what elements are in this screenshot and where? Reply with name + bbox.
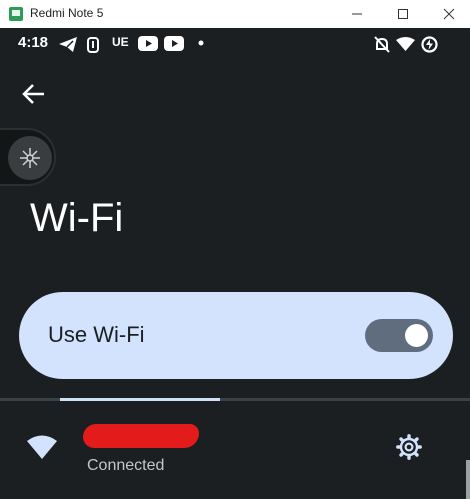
close-icon [443,8,455,20]
sync-icon [87,37,99,53]
close-button[interactable] [437,3,461,25]
window-title: Redmi Note 5 [30,6,104,20]
scan-progress-indicator [60,398,220,401]
ue-icon: UE [112,35,129,49]
network-status: Connected [87,457,165,474]
youtube-icon [164,36,184,51]
page-title: Wi-Fi [30,196,124,240]
maximize-button[interactable] [391,3,415,25]
floating-tab-button[interactable] [8,136,52,180]
use-wifi-label: Use Wi-Fi [48,322,145,347]
minimize-button[interactable] [345,3,369,25]
notification-dot-icon [198,40,204,46]
sparkle-icon [20,148,40,168]
phone-screen: 4:18 UE Wi-Fi Use Wi-Fi Connected [0,28,470,499]
youtube-icon [138,36,158,51]
use-wifi-toggle-card[interactable]: Use Wi-Fi [19,292,453,379]
switch-thumb [405,324,428,347]
telegram-icon [59,37,77,52]
battery-charging-icon [421,36,438,53]
wifi-icon [396,37,415,51]
network-settings-gear-icon[interactable] [396,434,422,460]
use-wifi-switch[interactable] [365,319,433,352]
status-time: 4:18 [18,34,49,51]
scrollbar[interactable] [466,460,470,499]
back-arrow-icon[interactable] [20,80,48,108]
wifi-signal-icon [27,435,57,459]
network-name-redacted [83,424,199,448]
connected-network-row[interactable]: Connected [0,414,470,484]
minimize-icon [352,13,362,15]
status-bar: 4:18 UE [0,28,470,60]
app-icon [9,7,23,21]
window-titlebar: Redmi Note 5 [0,0,470,28]
bell-off-icon [374,36,390,53]
maximize-icon [398,9,408,19]
